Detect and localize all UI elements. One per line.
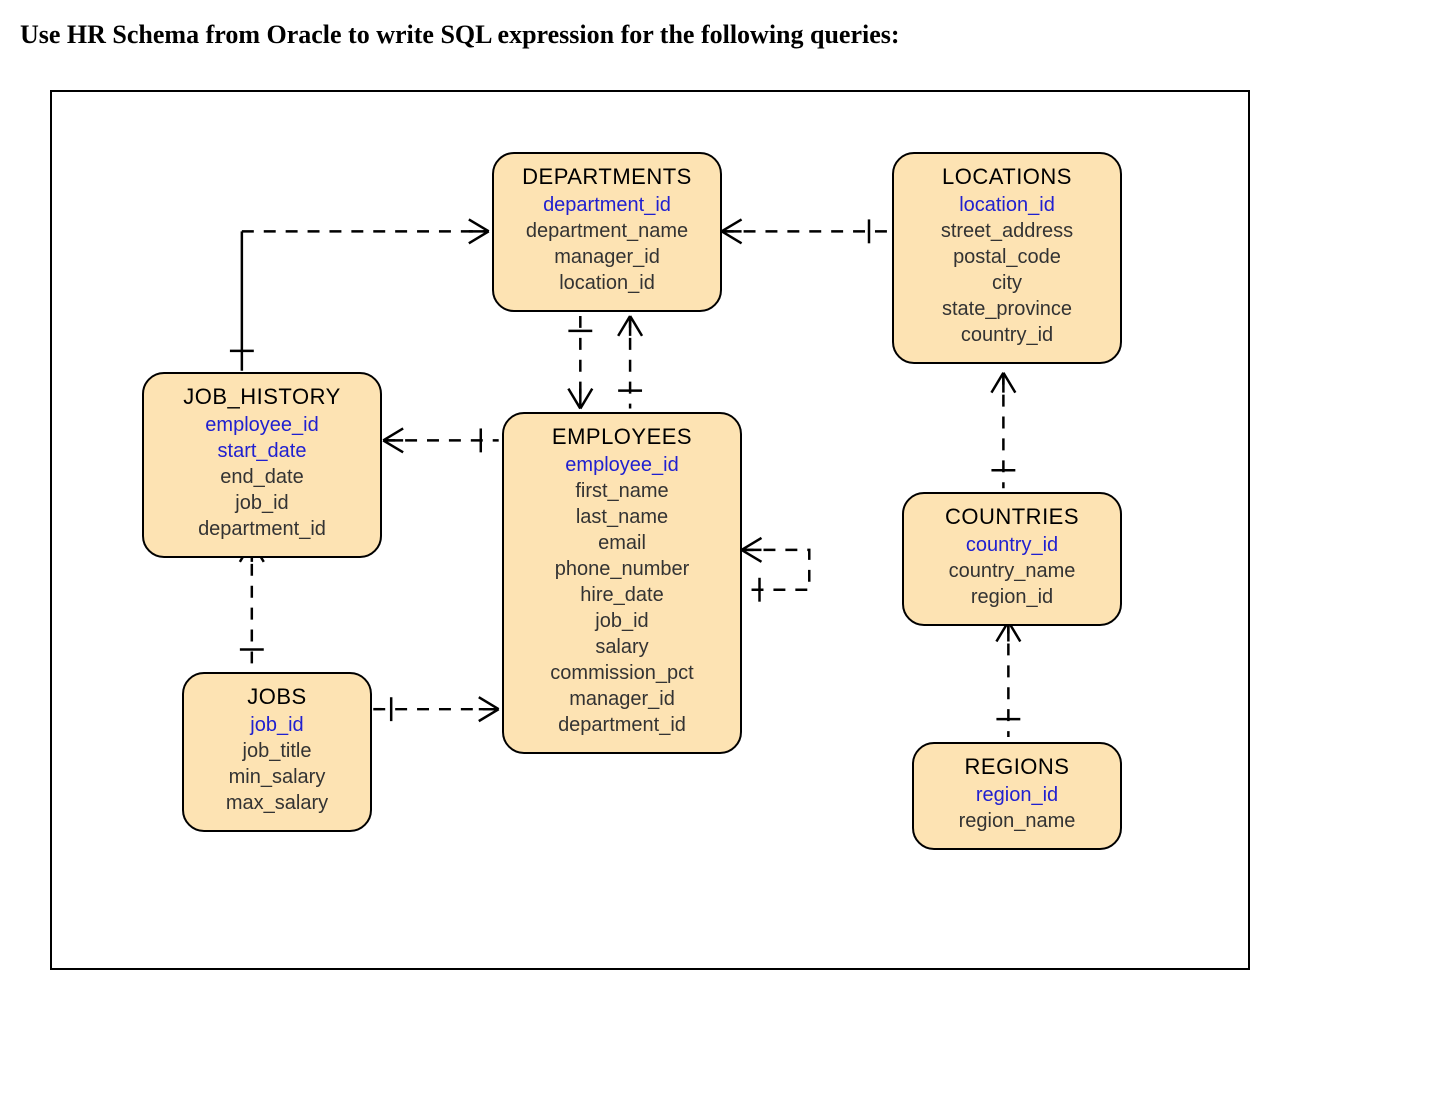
entity-field: department_id — [510, 192, 704, 218]
entity-field: manager_id — [520, 686, 724, 712]
entity-field: job_title — [200, 738, 354, 764]
entity-field: region_name — [930, 808, 1104, 834]
entity-field: salary — [520, 634, 724, 660]
diagram-canvas: DEPARTMENTS department_id department_nam… — [52, 92, 1248, 968]
entity-locations: LOCATIONS location_id street_address pos… — [892, 152, 1122, 364]
entity-field: department_name — [510, 218, 704, 244]
entity-field: job_id — [200, 712, 354, 738]
entity-field: postal_code — [910, 244, 1104, 270]
entity-field: end_date — [160, 464, 364, 490]
page-heading: Use HR Schema from Oracle to write SQL e… — [20, 20, 1421, 50]
entity-field: first_name — [520, 478, 724, 504]
entity-employees: EMPLOYEES employee_id first_name last_na… — [502, 412, 742, 754]
entity-field: max_salary — [200, 790, 354, 816]
entity-field: street_address — [910, 218, 1104, 244]
entity-field: country_id — [920, 532, 1104, 558]
entity-field: city — [910, 270, 1104, 296]
entity-field: state_province — [910, 296, 1104, 322]
entity-field: region_id — [920, 584, 1104, 610]
entity-field: country_id — [910, 322, 1104, 348]
entity-title: REGIONS — [930, 754, 1104, 780]
entity-field: commission_pct — [520, 660, 724, 686]
entity-field: hire_date — [520, 582, 724, 608]
entity-field: email — [520, 530, 724, 556]
entity-title: EMPLOYEES — [520, 424, 724, 450]
entity-jobs: JOBS job_id job_title min_salary max_sal… — [182, 672, 372, 832]
entity-departments: DEPARTMENTS department_id department_nam… — [492, 152, 722, 312]
entity-field: country_name — [920, 558, 1104, 584]
entity-title: COUNTRIES — [920, 504, 1104, 530]
entity-field: job_id — [160, 490, 364, 516]
entity-field: region_id — [930, 782, 1104, 808]
diagram-frame: DEPARTMENTS department_id department_nam… — [50, 90, 1250, 970]
entity-title: LOCATIONS — [910, 164, 1104, 190]
entity-title: DEPARTMENTS — [510, 164, 704, 190]
entity-field: manager_id — [510, 244, 704, 270]
entity-field: employee_id — [520, 452, 724, 478]
entity-field: last_name — [520, 504, 724, 530]
entity-field: employee_id — [160, 412, 364, 438]
entity-countries: COUNTRIES country_id country_name region… — [902, 492, 1122, 626]
entity-field: min_salary — [200, 764, 354, 790]
entity-title: JOBS — [200, 684, 354, 710]
entity-field: department_id — [520, 712, 724, 738]
entity-job-history: JOB_HISTORY employee_id start_date end_d… — [142, 372, 382, 558]
entity-field: phone_number — [520, 556, 724, 582]
entity-field: start_date — [160, 438, 364, 464]
entity-field: location_id — [910, 192, 1104, 218]
entity-title: JOB_HISTORY — [160, 384, 364, 410]
entity-field: job_id — [520, 608, 724, 634]
entity-regions: REGIONS region_id region_name — [912, 742, 1122, 850]
entity-field: location_id — [510, 270, 704, 296]
entity-field: department_id — [160, 516, 364, 542]
